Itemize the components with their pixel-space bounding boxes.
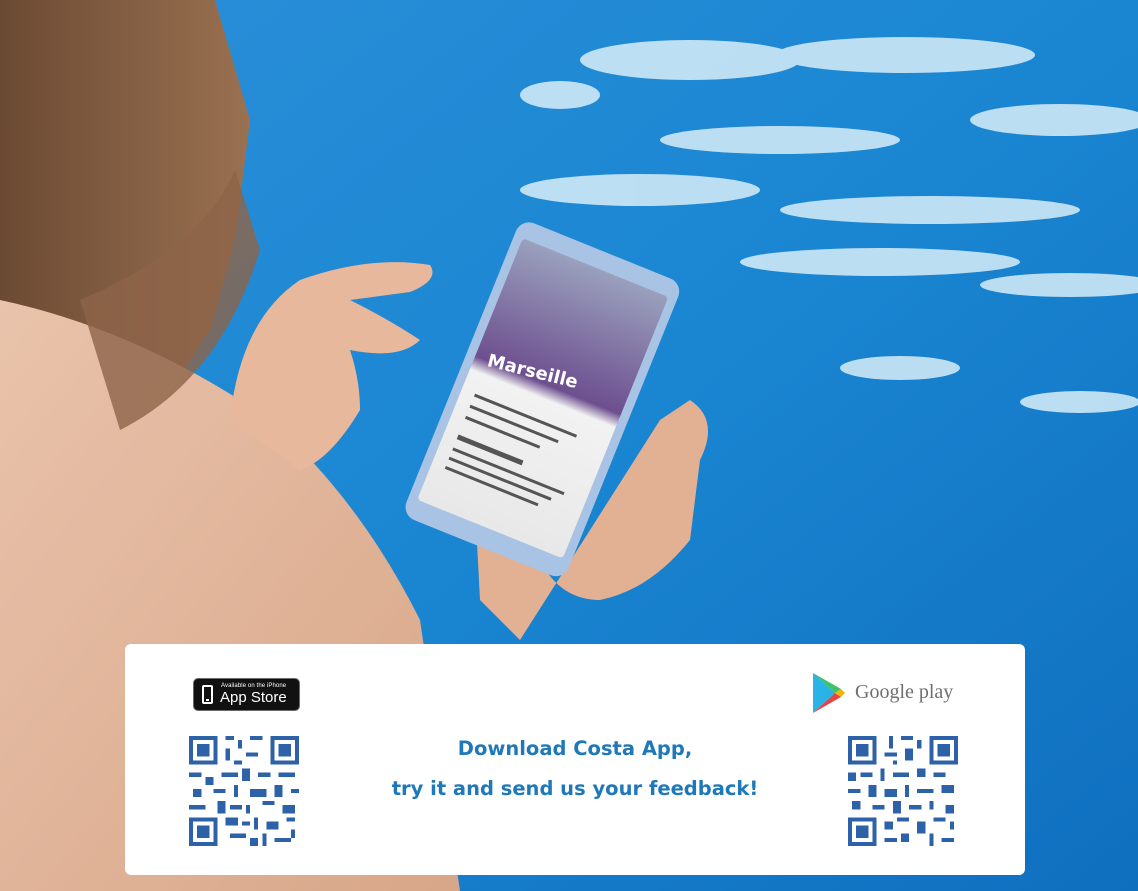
cta-line-2: try it and send us your feedback!: [391, 777, 759, 800]
apple-phone-icon: [202, 685, 213, 704]
download-call-to-action: Download Costa App, try it and send us y…: [340, 729, 810, 809]
download-panel: Available on the iPhone App Store Google…: [125, 644, 1025, 875]
app-store-text: App Store: [220, 689, 287, 706]
app-store-badge[interactable]: Available on the iPhone App Store: [193, 678, 300, 711]
google-play-badge[interactable]: Google play: [811, 671, 991, 715]
qr-code-icon[interactable]: [844, 732, 962, 850]
google-play-icon: [813, 673, 845, 713]
cta-line-1: Download Costa App,: [457, 737, 693, 760]
google-play-text: Google play: [855, 681, 954, 703]
qr-code-icon[interactable]: [185, 732, 303, 850]
